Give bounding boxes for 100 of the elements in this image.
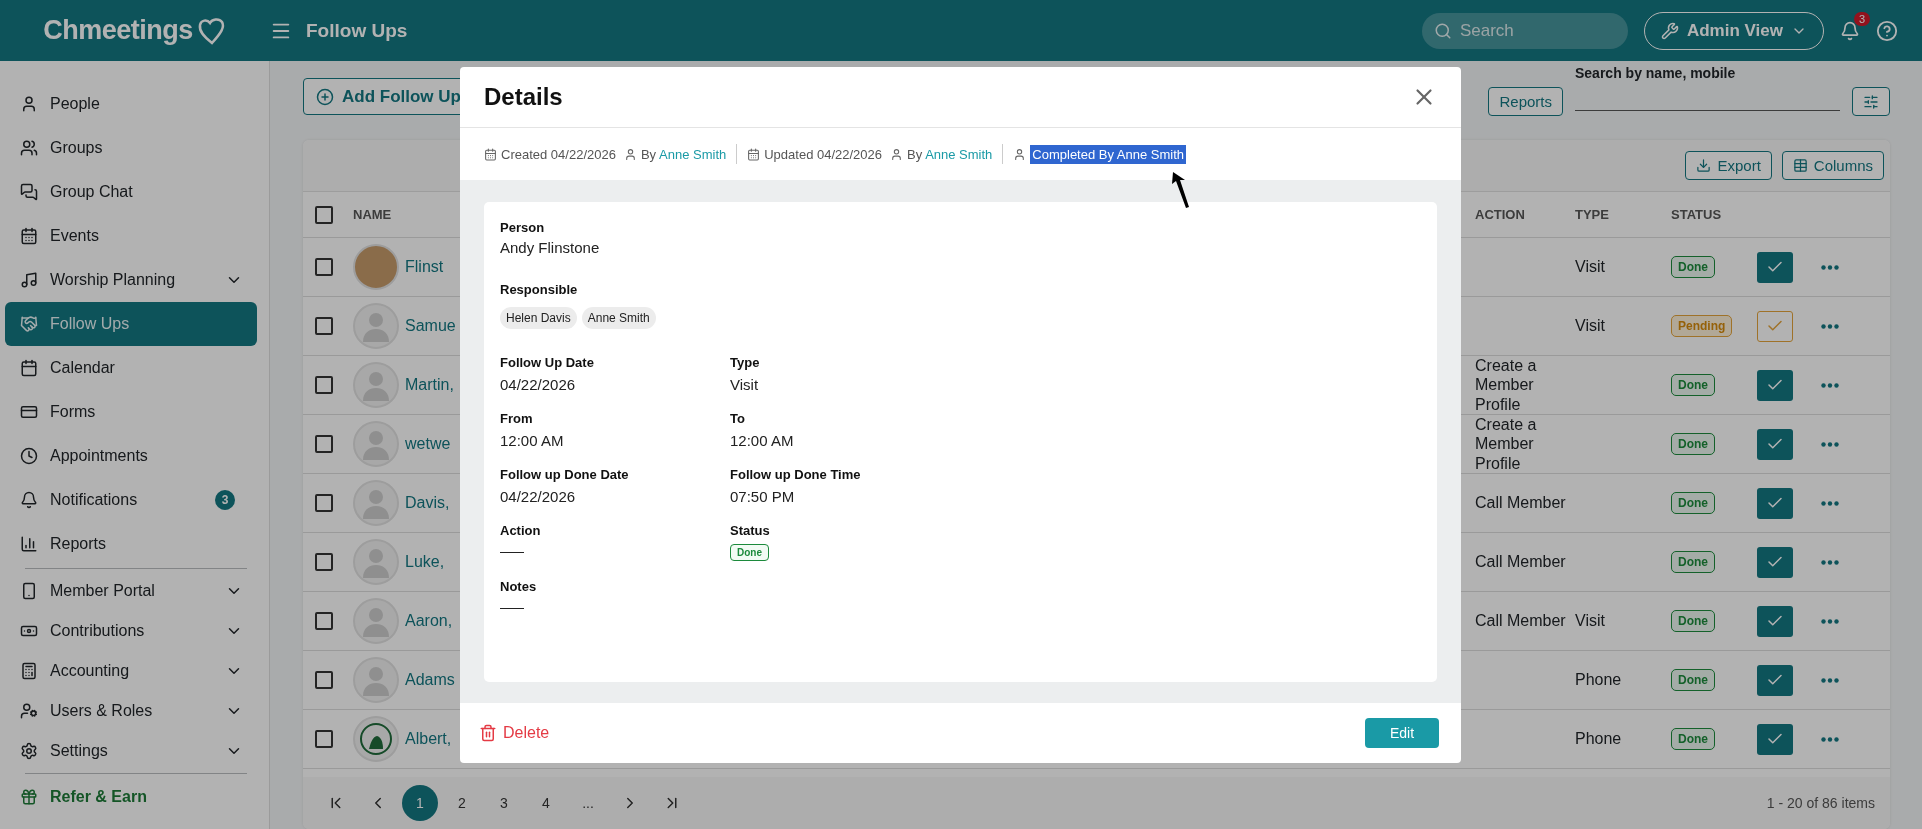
handshake-icon (20, 315, 38, 333)
page-title: Follow Ups (306, 19, 408, 42)
name-link[interactable]: Martin, (405, 376, 454, 394)
logo-avatar (353, 716, 399, 762)
calendar-icon (20, 359, 38, 377)
sidebar-item[interactable]: Group Chat (5, 170, 257, 214)
author-link[interactable]: Anne Smith (925, 146, 993, 162)
columns-button[interactable]: Columns (1781, 151, 1884, 180)
page-button[interactable]: 2 (444, 785, 480, 821)
sidebar-item-label: Reports (50, 535, 108, 553)
empty-value-line (500, 552, 524, 553)
checkbox[interactable] (315, 671, 333, 689)
name-link[interactable]: Davis, (405, 494, 450, 512)
count-badge: 3 (215, 490, 235, 510)
field-label: Person (500, 220, 546, 235)
sidebar-item[interactable]: Settings (5, 731, 257, 771)
complete-button[interactable] (1757, 487, 1793, 519)
complete-button[interactable] (1757, 369, 1793, 401)
gift-icon (20, 788, 38, 806)
sidebar-item-label: Follow Ups (50, 315, 131, 333)
sidebar-item[interactable]: Forms (5, 390, 257, 434)
delete-button[interactable]: Delete (479, 724, 550, 742)
field-label: Notes (500, 579, 538, 594)
avatar-placeholder (353, 303, 399, 349)
complete-button[interactable] (1757, 428, 1793, 460)
person-chip: Anne Smith (581, 307, 656, 329)
ellipsis-icon (1821, 736, 1839, 742)
complete-button[interactable] (1757, 664, 1793, 696)
column-header: NAME (353, 207, 393, 222)
page-button[interactable]: 1 (402, 785, 438, 821)
status-badge: Done (1671, 669, 1715, 691)
sidebar-item[interactable]: Contributions (5, 611, 257, 651)
page-button[interactable]: ... (570, 785, 606, 821)
calculator-icon (20, 662, 38, 680)
sidebar-item[interactable]: Groups (5, 126, 257, 170)
checkbox[interactable] (315, 730, 333, 748)
author-link[interactable]: Anne Smith (659, 146, 727, 162)
app-logo: Chmeetings (43, 15, 193, 46)
sidebar-item[interactable]: Notifications 3 (5, 478, 257, 522)
settings-icon (20, 742, 38, 760)
complete-button[interactable] (1757, 605, 1793, 637)
table-cell-text: Create a Member Profile (1475, 415, 1538, 473)
status-badge: Done (1671, 492, 1715, 514)
sidebar-item[interactable]: People (5, 82, 257, 126)
checkbox[interactable] (315, 612, 333, 630)
column-header: TYPE (1575, 207, 1610, 222)
checkbox[interactable] (315, 258, 333, 276)
sidebar-item-label: Settings (50, 742, 109, 760)
export-button[interactable]: Export (1685, 151, 1772, 180)
sidebar-item-label: Calendar (50, 359, 116, 377)
field-value: 04/22/2026 (500, 376, 577, 393)
reports-button[interactable]: Reports (1488, 87, 1563, 116)
ellipsis-icon (1821, 559, 1839, 565)
checkbox[interactable] (315, 317, 333, 335)
checkbox[interactable] (315, 553, 333, 571)
checkbox[interactable] (315, 435, 333, 453)
name-link[interactable]: Albert, (405, 730, 452, 748)
sidebar-item[interactable]: Users & Roles (5, 691, 257, 731)
sidebar-item[interactable]: Calendar (5, 346, 257, 390)
sidebar-item-label: Notifications (50, 491, 139, 509)
filter-button[interactable] (1852, 87, 1890, 116)
name-link[interactable]: Samue (405, 317, 456, 335)
sidebar-item-label: Contributions (50, 622, 146, 640)
checkbox[interactable] (315, 494, 333, 512)
refer-link[interactable]: Refer & Earn (5, 776, 257, 818)
phone-icon (20, 582, 38, 600)
sidebar-item[interactable]: Follow Ups (5, 302, 257, 346)
field-label: Follow up Done Date (500, 467, 630, 482)
complete-button[interactable] (1757, 546, 1793, 578)
edit-button[interactable]: Edit (1365, 718, 1439, 748)
name-link[interactable]: Adams (405, 671, 455, 689)
table-cell-text: Call Member (1475, 493, 1567, 513)
sidebar-item[interactable]: Events (5, 214, 257, 258)
page-button[interactable]: 4 (528, 785, 564, 821)
name-link[interactable]: Luke, (405, 553, 445, 571)
sidebar-item[interactable]: Accounting (5, 651, 257, 691)
meta-text: Updated 04/22/2026 (764, 146, 883, 162)
sidebar-item[interactable]: Member Portal (5, 571, 257, 611)
field-label: Responsible (500, 282, 579, 297)
table-cell-text: Phone (1575, 729, 1623, 749)
complete-button[interactable] (1757, 723, 1793, 755)
avatar-placeholder (353, 539, 399, 585)
name-link[interactable]: wetwe (405, 435, 451, 453)
sidebar-item-label: Accounting (50, 662, 131, 680)
clock-icon (20, 447, 38, 465)
complete-button[interactable] (1757, 251, 1793, 283)
name-link[interactable]: Aaron, (405, 612, 453, 630)
ellipsis-icon (1821, 677, 1839, 683)
sidebar-item-label: Groups (50, 139, 104, 157)
checkbox[interactable] (315, 376, 333, 394)
page-button[interactable]: 3 (486, 785, 522, 821)
checkbox[interactable] (315, 205, 333, 224)
name-link[interactable]: Flinst (405, 258, 444, 276)
table-cell-text: Call Member (1475, 552, 1567, 572)
sidebar-item[interactable]: Worship Planning (5, 258, 257, 302)
sidebar-item[interactable]: Reports (5, 522, 257, 566)
status-badge: Done (730, 544, 769, 561)
status-badge: Done (1671, 728, 1715, 750)
chat-bubbles-icon (20, 183, 38, 201)
sidebar-item[interactable]: Appointments (5, 434, 257, 478)
